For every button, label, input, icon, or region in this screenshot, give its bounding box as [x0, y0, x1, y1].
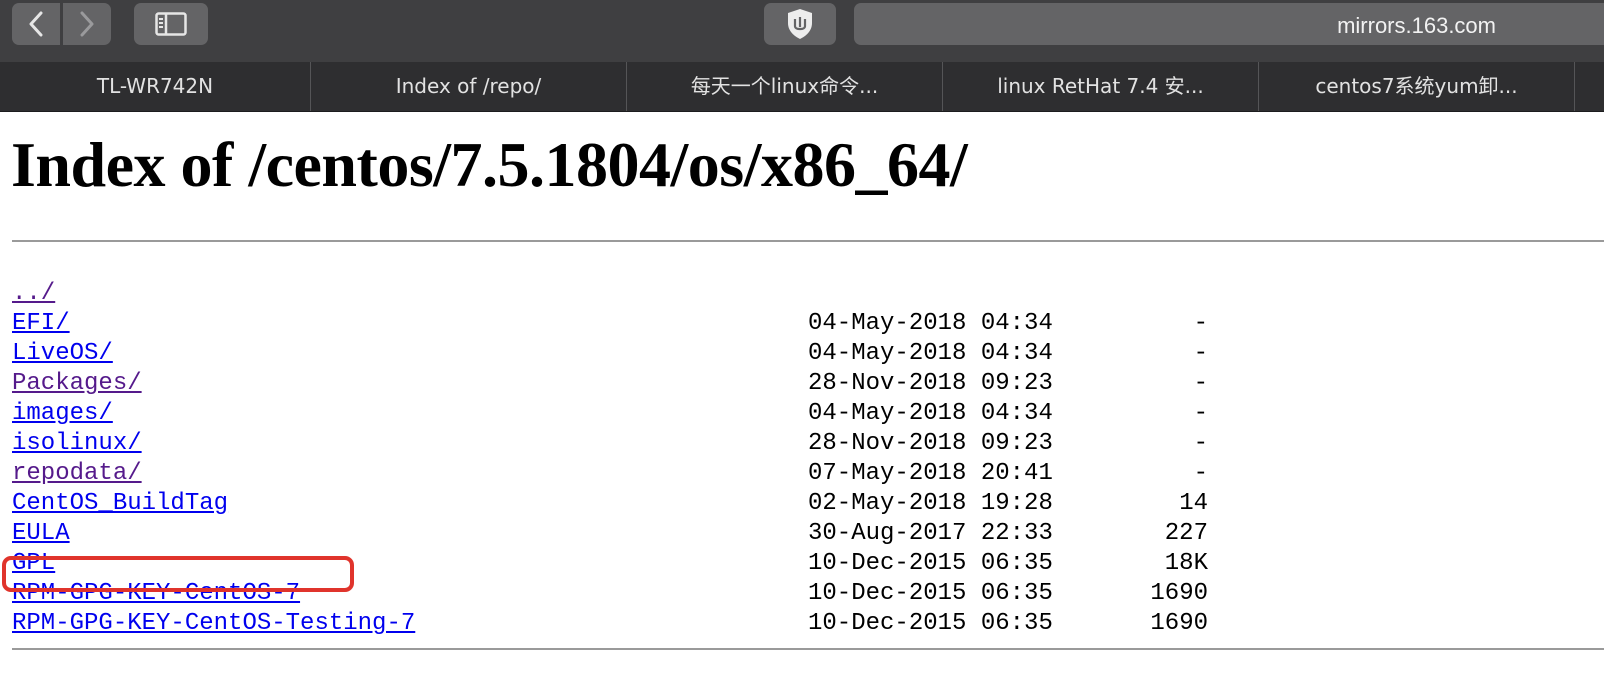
tab-linux-rethat[interactable]: linux RetHat 7.4 安... [943, 62, 1259, 111]
modified-date: 02-May-2018 19:28 [808, 490, 1053, 517]
tab-bar: TL-WR742N Index of /repo/ 每天一个linux命令...… [0, 62, 1604, 112]
sidebar-icon [155, 12, 187, 36]
list-item: CentOS_BuildTag 02-May-2018 19:28 14 [12, 488, 1212, 518]
file-size: - [1193, 310, 1208, 337]
modified-date: 04-May-2018 04:34 [808, 340, 1053, 367]
file-link[interactable]: CentOS_BuildTag [12, 490, 228, 517]
file-size: - [1193, 370, 1208, 397]
tab-tl-wr742n[interactable]: TL-WR742N [0, 62, 311, 111]
tab-centos7-yum[interactable]: centos7系统yum卸... [1259, 62, 1575, 111]
file-link[interactable]: isolinux/ [12, 430, 142, 457]
file-link[interactable]: Packages/ [12, 370, 142, 397]
list-item: repodata/07-May-2018 20:41 - [12, 458, 1212, 488]
modified-date: 10-Dec-2015 06:35 [808, 550, 1053, 577]
modified-date: 10-Dec-2015 06:35 [808, 610, 1053, 637]
file-link[interactable]: EULA [12, 520, 70, 547]
address-text: mirrors.163.com [1337, 13, 1496, 38]
modified-date: 28-Nov-2018 09:23 [808, 370, 1053, 397]
file-size: - [1193, 340, 1208, 367]
tab-linux-command[interactable]: 每天一个linux命令... [627, 62, 943, 111]
modified-date: 10-Dec-2015 06:35 [808, 580, 1053, 607]
sidebar-toggle-button[interactable] [134, 3, 208, 45]
list-item-parent: ../ [12, 278, 1212, 308]
list-item: EULA 30-Aug-2017 22:33 227 [12, 518, 1212, 548]
forward-button[interactable] [63, 3, 111, 45]
list-item: RPM-GPG-KEY-CentOS-Testing-7 10-Dec-2015 … [12, 608, 1212, 638]
file-link[interactable]: EFI/ [12, 310, 70, 337]
modified-date: 04-May-2018 04:34 [808, 310, 1053, 337]
file-size: 1690 [1150, 610, 1208, 637]
list-item: EFI/04-May-2018 04:34 - [12, 308, 1212, 338]
bottom-divider [12, 648, 1604, 650]
file-link[interactable]: RPM-GPG-KEY-CentOS-Testing-7 [12, 610, 415, 637]
file-size: - [1193, 460, 1208, 487]
list-item: isolinux/28-Nov-2018 09:23 - [12, 428, 1212, 458]
file-link[interactable]: repodata/ [12, 460, 142, 487]
tab-index-of-repo[interactable]: Index of /repo/ [311, 62, 627, 111]
browser-toolbar: mirrors.163.com [0, 0, 1604, 63]
modified-date: 28-Nov-2018 09:23 [808, 430, 1053, 457]
modified-date: 04-May-2018 04:34 [808, 400, 1053, 427]
address-bar[interactable]: mirrors.163.com [854, 3, 1604, 45]
ublock-extension-button[interactable] [764, 3, 836, 45]
list-item: LiveOS/04-May-2018 04:34 - [12, 338, 1212, 368]
ublock-shield-icon [788, 9, 812, 39]
file-size: 14 [1179, 490, 1208, 517]
chevron-right-icon [80, 11, 94, 37]
list-item: images/04-May-2018 04:34 - [12, 398, 1212, 428]
file-size: 1690 [1150, 580, 1208, 607]
page-content: Index of /centos/7.5.1804/os/x86_64/ ../… [0, 112, 1604, 684]
back-button[interactable] [12, 3, 60, 45]
chevron-left-icon [29, 11, 43, 37]
file-size: 227 [1164, 520, 1208, 547]
file-size: 18K [1164, 550, 1208, 577]
file-size: - [1193, 400, 1208, 427]
parent-directory-link[interactable]: ../ [12, 280, 55, 307]
modified-date: 30-Aug-2017 22:33 [808, 520, 1053, 547]
highlight-box [2, 556, 354, 592]
file-link[interactable]: images/ [12, 400, 113, 427]
file-link[interactable]: LiveOS/ [12, 340, 113, 367]
top-divider [12, 240, 1604, 242]
list-item: Packages/28-Nov-2018 09:23 - [12, 368, 1212, 398]
file-size: - [1193, 430, 1208, 457]
modified-date: 07-May-2018 20:41 [808, 460, 1053, 487]
page-title: Index of /centos/7.5.1804/os/x86_64/ [11, 129, 968, 200]
